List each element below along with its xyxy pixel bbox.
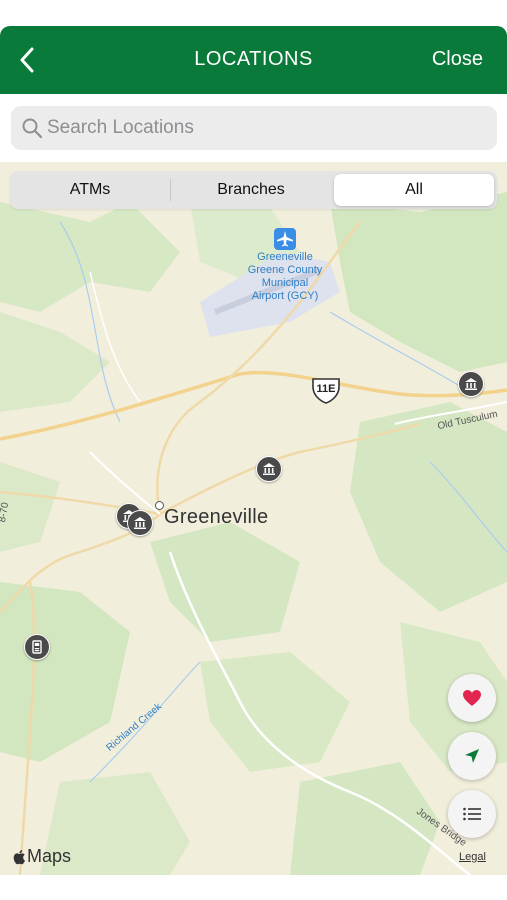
search-box[interactable] <box>11 106 497 150</box>
close-button[interactable]: Close <box>432 48 483 71</box>
segment-branches[interactable]: Branches <box>171 171 331 209</box>
branch-pin[interactable] <box>458 371 484 397</box>
list-icon <box>463 807 481 821</box>
segment-all[interactable]: All <box>334 174 494 206</box>
branch-pin[interactable] <box>127 510 153 536</box>
airport-label: Greeneville Greene County Municipal Airp… <box>247 251 323 302</box>
search-input[interactable] <box>47 106 487 150</box>
airplane-icon <box>274 228 296 250</box>
location-arrow-icon <box>465 749 479 763</box>
maps-attribution-label: Maps <box>27 846 72 866</box>
city-label: Greeneville <box>164 506 269 528</box>
bank-icon <box>465 378 477 390</box>
list-view-button[interactable] <box>448 790 496 838</box>
apple-logo-icon <box>13 849 25 864</box>
bottom-safe-area <box>0 875 507 900</box>
favorites-button[interactable] <box>448 674 496 722</box>
bank-icon <box>134 517 146 529</box>
map-view[interactable]: ATMs Branches All Greeneville Greene Cou… <box>0 162 507 875</box>
search-bar-area <box>0 94 507 162</box>
top-nav-bar: LOCATIONS Close <box>0 26 507 94</box>
atm-pin[interactable] <box>24 634 50 660</box>
bank-icon <box>263 463 275 475</box>
maps-attribution: Maps <box>12 846 71 867</box>
search-icon <box>22 118 43 139</box>
city-marker <box>155 501 164 510</box>
route-shield: 11E <box>310 377 342 405</box>
current-location-button[interactable] <box>448 732 496 780</box>
status-bar-area <box>0 0 507 26</box>
segment-atms[interactable]: ATMs <box>10 171 170 209</box>
route-shield-label: 11E <box>316 383 336 395</box>
atm-icon <box>32 640 42 654</box>
legal-link[interactable]: Legal <box>459 851 486 863</box>
location-filter-segmented-control: ATMs Branches All <box>10 171 497 209</box>
heart-icon <box>463 690 481 706</box>
branch-pin[interactable] <box>256 456 282 482</box>
